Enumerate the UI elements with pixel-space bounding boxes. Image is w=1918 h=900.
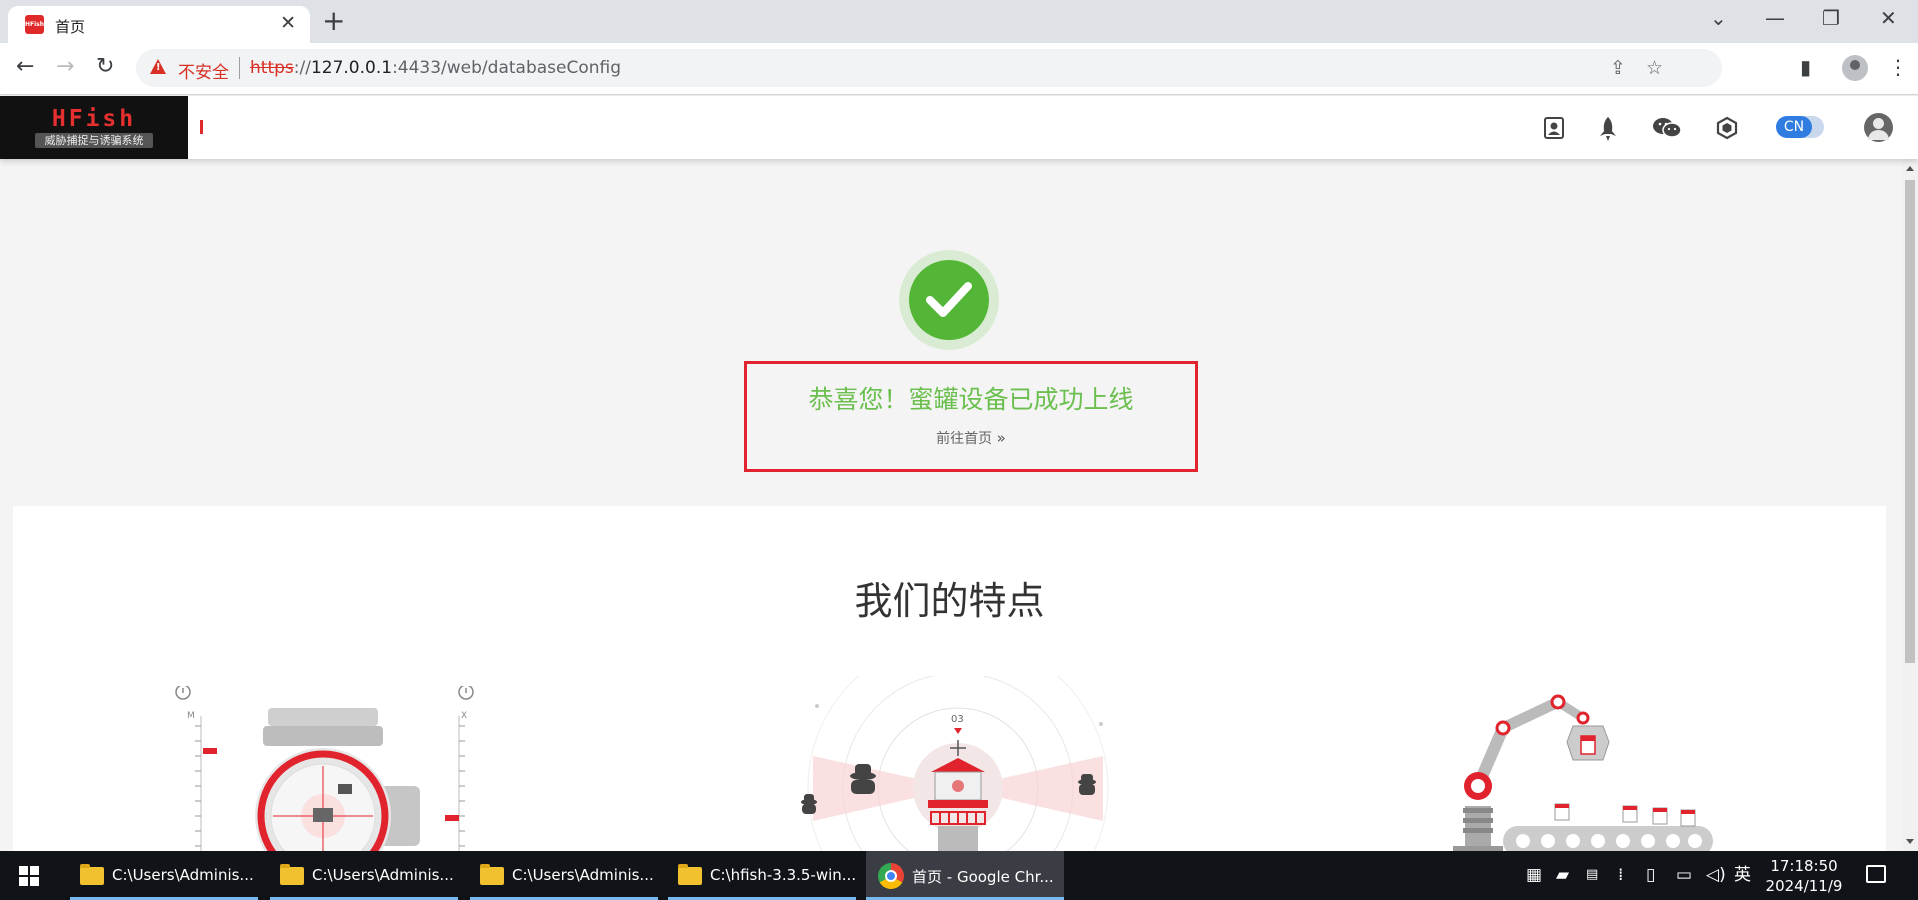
taskbar-item-explorer-3[interactable]: C:\Users\Adminis... [470, 851, 658, 900]
windows-taskbar: C:\Users\Adminis... C:\Users\Adminis... … [0, 851, 1918, 900]
rocket-icon[interactable] [1596, 116, 1620, 141]
double-chevron-icon: » [996, 429, 1006, 447]
side-panel-icon[interactable]: ▮ [1800, 54, 1811, 80]
tab-search-icon[interactable]: ⌄ [1710, 5, 1727, 31]
hfish-logo[interactable]: HFish 威胁捕捉与诱骗系统 [0, 96, 188, 159]
url-text[interactable]: https://127.0.0.1:4433/web/databaseConfi… [250, 58, 621, 78]
goto-home-link[interactable]: 前往首页 » [747, 428, 1195, 448]
features-section: 我们的特点 M X 03 [13, 506, 1886, 851]
success-badge [899, 250, 999, 350]
clock-date: 2024/11/9 [1765, 877, 1843, 895]
network-share-icon[interactable]: ▦ [1526, 865, 1542, 885]
page-scrollbar[interactable] [1902, 159, 1918, 851]
color-icon[interactable]: ⁞ [1618, 865, 1623, 885]
back-icon[interactable]: ← [16, 54, 34, 80]
taskbar-item-explorer-2[interactable]: C:\Users\Adminis... [270, 851, 458, 900]
forward-icon[interactable]: → [56, 54, 74, 80]
usb-icon[interactable]: ▯ [1646, 865, 1655, 885]
scroll-up-icon[interactable] [1906, 166, 1914, 171]
user-avatar-icon[interactable] [1864, 113, 1893, 142]
goto-home-label: 前往首页 [936, 431, 993, 447]
folder-icon [678, 864, 702, 885]
taskbar-item-label: C:\Users\Adminis... [312, 866, 454, 884]
robot-arm-illustration [1453, 694, 1713, 851]
hfish-favicon-icon: HFish [25, 15, 44, 34]
taskbar-item-label: 首页 - Google Chr... [912, 868, 1054, 886]
notification-icon[interactable] [1866, 865, 1886, 883]
hexagon-settings-icon[interactable] [1715, 116, 1739, 140]
url-path: :4433/web/databaseConfig [392, 58, 622, 78]
taskbar-clock[interactable]: 17:18:50 2024/11/9 [1764, 856, 1844, 896]
success-message: 恭喜您！蜜罐设备已成功上线 [808, 385, 1134, 414]
tab-title: 首页 [55, 18, 86, 36]
folder-icon [280, 864, 304, 885]
bookmark-star-icon[interactable]: ☆ [1646, 58, 1663, 78]
features-title: 我们的特点 [854, 579, 1045, 623]
wechat-icon[interactable] [1652, 116, 1682, 140]
browser-toolbar: ← → ↻ 不安全 https://127.0.0.1:4433/web/dat… [0, 43, 1918, 95]
gauge-scale-right-label: X [461, 711, 467, 721]
tower-label: 03 [951, 714, 964, 725]
language-toggle[interactable]: CN [1776, 116, 1824, 138]
language-label: CN [1776, 116, 1812, 138]
chrome-icon [878, 863, 904, 889]
url-separator: :// [293, 58, 311, 78]
app-header: HFish 威胁捕捉与诱骗系统 CN [0, 96, 1918, 159]
folder-icon [80, 864, 104, 885]
scroll-thumb[interactable] [1905, 180, 1915, 663]
share-icon[interactable]: ⇪ [1610, 58, 1626, 78]
url-host: 127.0.0.1 [310, 58, 393, 78]
url-scheme: https [250, 58, 294, 78]
gauge-illustration: M X [175, 686, 474, 851]
menu-kebab-icon[interactable]: ⋮ [1888, 54, 1908, 80]
folder-icon [480, 864, 504, 885]
success-highlight-box: 恭喜您！蜜罐设备已成功上线 前往首页 » [744, 361, 1198, 472]
windows-start-icon[interactable] [19, 866, 39, 886]
maximize-button[interactable]: ❐ [1822, 5, 1840, 31]
logo-subtitle: 威胁捕捉与诱骗系统 [35, 133, 153, 148]
profile-card-icon[interactable] [1542, 116, 1566, 140]
taskbar-item-chrome[interactable]: 首页 - Google Chr... [866, 851, 1064, 900]
logo-title: HFish [51, 106, 137, 132]
taskbar-item-label: C:\Users\Adminis... [512, 866, 654, 884]
main-content: 恭喜您！蜜罐设备已成功上线 前往首页 » 我们的特点 M X 03 [0, 159, 1902, 851]
gauge-scale-left-label: M [187, 711, 195, 721]
taskbar-item-explorer-4[interactable]: C:\hfish-3.3.5-win... [668, 851, 856, 900]
browser-tab-strip: HFish 首页 ✕ + ⌄ — ❐ ✕ [0, 0, 1918, 43]
watchtower-illustration: 03 [801, 676, 1109, 851]
minimize-button[interactable]: — [1765, 5, 1785, 31]
clock-time: 17:18:50 [1770, 857, 1838, 875]
pin-icon[interactable]: ▰ [1556, 865, 1569, 885]
security-label[interactable]: 不安全 [178, 58, 229, 83]
reload-icon[interactable]: ↻ [96, 54, 114, 80]
ime-indicator[interactable]: 英 [1734, 865, 1751, 885]
close-window-button[interactable]: ✕ [1880, 5, 1897, 31]
tab-close-icon[interactable]: ✕ [280, 13, 296, 33]
taskbar-item-explorer-1[interactable]: C:\Users\Adminis... [70, 851, 258, 900]
taskbar-item-label: C:\Users\Adminis... [112, 866, 254, 884]
new-tab-button[interactable]: + [322, 6, 345, 36]
menu-indicator [200, 120, 203, 134]
vm-icon[interactable]: ▤ [1586, 865, 1598, 885]
checkmark-icon [909, 260, 989, 340]
taskbar-item-label: C:\hfish-3.3.5-win... [710, 866, 857, 884]
scroll-down-icon[interactable] [1906, 839, 1914, 844]
network-icon[interactable]: ▭ [1676, 865, 1692, 885]
warning-icon [150, 59, 166, 74]
address-divider [239, 57, 240, 79]
browser-tab-home[interactable]: HFish 首页 ✕ [8, 6, 310, 43]
address-bar[interactable]: 不安全 https://127.0.0.1:4433/web/databaseC… [136, 49, 1722, 87]
profile-icon[interactable] [1842, 55, 1868, 81]
volume-icon[interactable]: ◁) [1706, 865, 1726, 885]
